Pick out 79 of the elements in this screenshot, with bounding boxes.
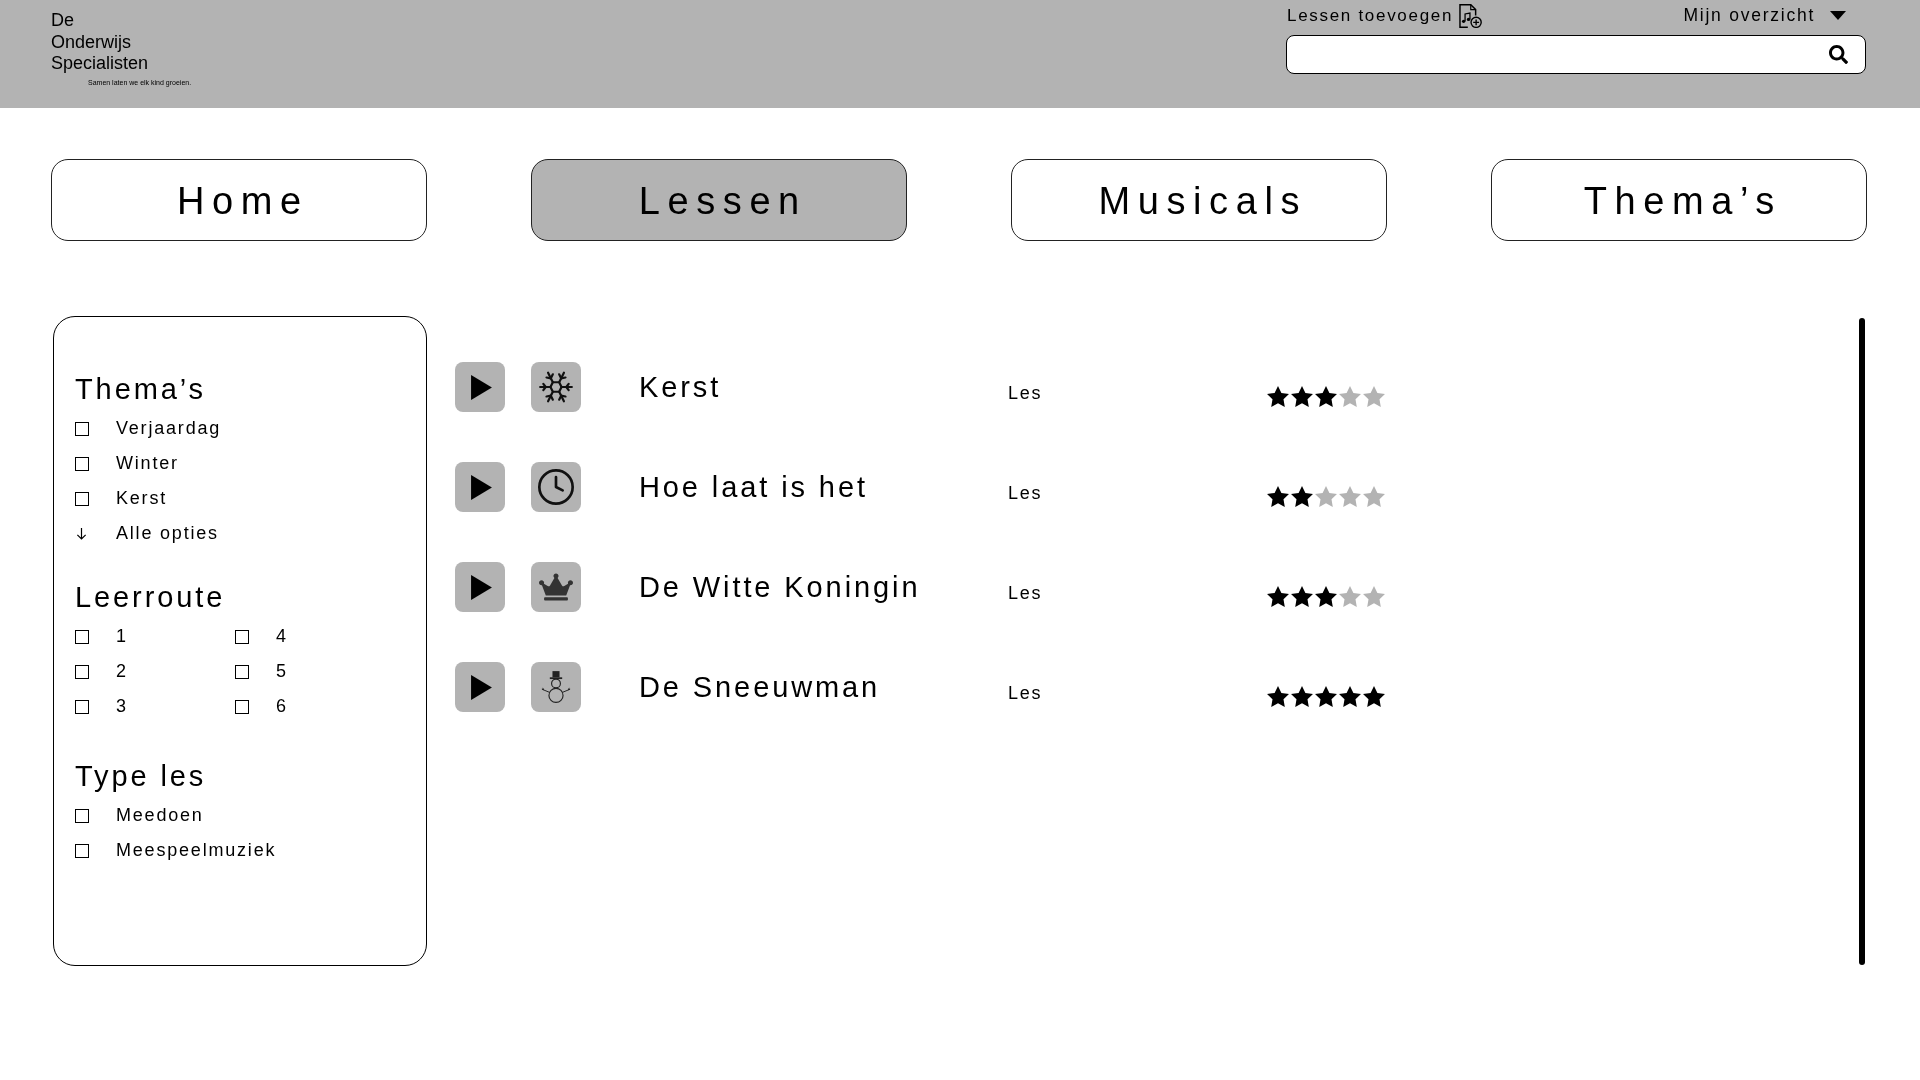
star-icon bbox=[1315, 685, 1337, 707]
option-label: Meedoen bbox=[116, 804, 204, 827]
option-label: 2 bbox=[116, 660, 128, 683]
option-label: Kerst bbox=[116, 487, 167, 510]
scrollbar[interactable] bbox=[1859, 318, 1865, 965]
star-icon bbox=[1315, 385, 1337, 407]
star-icon bbox=[1339, 385, 1361, 407]
filter-heading: Thema’s bbox=[75, 372, 206, 406]
lesson-type: Les bbox=[1008, 482, 1043, 503]
nav-tab[interactable]: Home bbox=[51, 159, 427, 241]
star-icon bbox=[1363, 585, 1385, 607]
caret-icon bbox=[1830, 11, 1846, 20]
checkbox[interactable] bbox=[75, 629, 89, 644]
play-button[interactable] bbox=[455, 362, 505, 412]
star-icon bbox=[1267, 685, 1289, 707]
show-all-link[interactable]: Alle opties bbox=[75, 516, 219, 551]
checkbox[interactable] bbox=[75, 491, 89, 506]
play-icon bbox=[471, 374, 492, 400]
option-label: 6 bbox=[276, 695, 288, 718]
star-icon bbox=[1267, 585, 1289, 607]
lesson-title: Hoe laat is het bbox=[639, 471, 868, 503]
play-button[interactable] bbox=[455, 562, 505, 612]
star-icon bbox=[1291, 385, 1313, 407]
search-field[interactable] bbox=[1286, 35, 1866, 74]
lesson-title: De Witte Koningin bbox=[639, 571, 921, 603]
star-icon bbox=[1363, 685, 1385, 707]
filter-heading: Leerroute bbox=[75, 580, 226, 614]
checkbox[interactable] bbox=[75, 456, 89, 471]
star-icon bbox=[1363, 485, 1385, 507]
star-icon bbox=[1339, 685, 1361, 707]
star-icon bbox=[1315, 585, 1337, 607]
star-icon bbox=[1363, 385, 1385, 407]
crown-icon bbox=[531, 562, 581, 612]
lesson-title: Kerst bbox=[639, 371, 722, 403]
checkbox[interactable] bbox=[235, 699, 249, 714]
play-button[interactable] bbox=[455, 462, 505, 512]
star-icon bbox=[1339, 485, 1361, 507]
nav-tab[interactable]: Thema’s bbox=[1491, 159, 1867, 241]
option-label: Verjaardag bbox=[116, 417, 222, 440]
play-icon bbox=[471, 674, 492, 700]
lesson-type: Les bbox=[1008, 682, 1043, 703]
filter-heading: Type les bbox=[75, 759, 207, 793]
checkbox[interactable] bbox=[75, 843, 89, 858]
option-label: 3 bbox=[116, 695, 128, 718]
star-icon bbox=[1315, 485, 1337, 507]
arrow-down-icon bbox=[76, 527, 87, 540]
nav-tab[interactable]: Musicals bbox=[1011, 159, 1387, 241]
checkbox[interactable] bbox=[75, 421, 89, 436]
checkbox[interactable] bbox=[75, 808, 89, 823]
snowman-icon bbox=[531, 662, 581, 712]
lesson-type: Les bbox=[1008, 382, 1043, 403]
checkbox[interactable] bbox=[235, 664, 249, 679]
account-menu-button[interactable]: Mijn overzicht bbox=[1683, 2, 1846, 29]
music-file-add-icon bbox=[1459, 3, 1483, 28]
option-label: Meespeelmuziek bbox=[116, 839, 277, 862]
option-label: 4 bbox=[276, 625, 288, 648]
search-icon bbox=[1829, 45, 1848, 64]
add-lessons-button[interactable]: Lessen toevoegen bbox=[1287, 2, 1483, 29]
play-icon bbox=[471, 574, 492, 600]
clock-icon bbox=[531, 462, 581, 512]
checkbox[interactable] bbox=[75, 699, 89, 714]
lesson-title: De Sneeuwman bbox=[639, 671, 881, 703]
snowflake-icon bbox=[531, 362, 581, 412]
star-icon bbox=[1291, 585, 1313, 607]
option-label: Winter bbox=[116, 452, 179, 475]
checkbox[interactable] bbox=[75, 664, 89, 679]
play-icon bbox=[471, 474, 492, 500]
star-icon bbox=[1339, 585, 1361, 607]
play-button[interactable] bbox=[455, 662, 505, 712]
star-icon bbox=[1267, 485, 1289, 507]
star-icon bbox=[1267, 385, 1289, 407]
nav-tab[interactable]: Lessen bbox=[531, 159, 907, 241]
option-label: 5 bbox=[276, 660, 288, 683]
checkbox[interactable] bbox=[235, 629, 249, 644]
logo-text: De Onderwijs Specialisten bbox=[51, 10, 149, 75]
option-label: 1 bbox=[116, 625, 128, 648]
star-icon bbox=[1291, 485, 1313, 507]
lesson-type: Les bbox=[1008, 582, 1043, 603]
star-icon bbox=[1291, 685, 1313, 707]
